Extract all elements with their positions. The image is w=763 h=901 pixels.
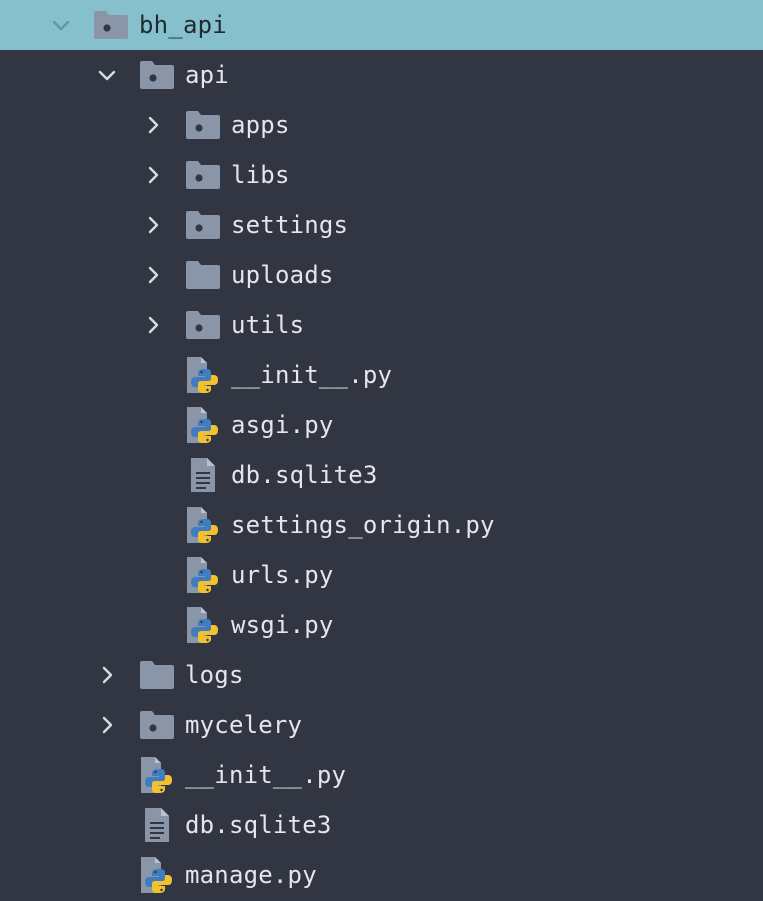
tree-folder-api[interactable]: api bbox=[0, 50, 763, 100]
folder-module-icon bbox=[93, 7, 129, 43]
folder-module-icon bbox=[139, 707, 175, 743]
tree-item-label: urls.py bbox=[231, 561, 334, 589]
tree-item-label: utils bbox=[231, 311, 305, 339]
folder-module-icon bbox=[185, 207, 221, 243]
tree-folder-libs[interactable]: libs bbox=[0, 150, 763, 200]
tree-item-label: libs bbox=[231, 161, 290, 189]
tree-folder-utils[interactable]: utils bbox=[0, 300, 763, 350]
tree-file-manage-py[interactable]: manage.py bbox=[0, 850, 763, 900]
chevron-right-icon[interactable] bbox=[94, 712, 120, 738]
chevron-right-icon[interactable] bbox=[140, 212, 166, 238]
tree-item-label: __init__.py bbox=[231, 361, 393, 389]
python-file-icon bbox=[139, 757, 175, 793]
tree-file-init-py[interactable]: __init__.py bbox=[0, 750, 763, 800]
python-file-icon bbox=[185, 507, 221, 543]
tree-file-urls-py[interactable]: urls.py bbox=[0, 550, 763, 600]
tree-folder-mycelery[interactable]: mycelery bbox=[0, 700, 763, 750]
tree-item-label: manage.py bbox=[185, 861, 317, 889]
folder-icon bbox=[139, 657, 175, 693]
python-file-icon bbox=[185, 407, 221, 443]
folder-module-icon bbox=[185, 157, 221, 193]
tree-file-wsgi-py[interactable]: wsgi.py bbox=[0, 600, 763, 650]
text-file-icon bbox=[139, 807, 175, 843]
tree-folder-uploads[interactable]: uploads bbox=[0, 250, 763, 300]
python-file-icon bbox=[185, 607, 221, 643]
tree-file-init-py[interactable]: __init__.py bbox=[0, 350, 763, 400]
tree-item-label: asgi.py bbox=[231, 411, 334, 439]
chevron-down-icon[interactable] bbox=[94, 62, 120, 88]
tree-item-label: db.sqlite3 bbox=[231, 461, 378, 489]
text-file-icon bbox=[185, 457, 221, 493]
chevron-down-icon[interactable] bbox=[48, 12, 74, 38]
tree-item-label: settings_origin.py bbox=[231, 511, 495, 539]
tree-item-label: settings bbox=[231, 211, 349, 239]
folder-icon bbox=[185, 257, 221, 293]
folder-module-icon bbox=[185, 107, 221, 143]
tree-item-label: bh_api bbox=[139, 11, 227, 39]
tree-item-label: uploads bbox=[231, 261, 334, 289]
chevron-right-icon[interactable] bbox=[140, 262, 166, 288]
folder-module-icon bbox=[139, 57, 175, 93]
tree-item-label: db.sqlite3 bbox=[185, 811, 332, 839]
tree-file-db-sqlite3[interactable]: db.sqlite3 bbox=[0, 800, 763, 850]
chevron-right-icon[interactable] bbox=[140, 162, 166, 188]
tree-folder-logs[interactable]: logs bbox=[0, 650, 763, 700]
tree-file-settings-origin-py[interactable]: settings_origin.py bbox=[0, 500, 763, 550]
tree-folder-bh-api[interactable]: bh_api bbox=[0, 0, 763, 50]
python-file-icon bbox=[185, 357, 221, 393]
chevron-right-icon[interactable] bbox=[140, 112, 166, 138]
tree-item-label: mycelery bbox=[185, 711, 303, 739]
tree-item-label: wsgi.py bbox=[231, 611, 334, 639]
python-file-icon bbox=[185, 557, 221, 593]
python-file-icon bbox=[139, 857, 175, 893]
folder-module-icon bbox=[185, 307, 221, 343]
chevron-right-icon[interactable] bbox=[94, 662, 120, 688]
tree-file-db-sqlite3[interactable]: db.sqlite3 bbox=[0, 450, 763, 500]
tree-folder-apps[interactable]: apps bbox=[0, 100, 763, 150]
tree-item-label: api bbox=[185, 61, 229, 89]
tree-folder-settings[interactable]: settings bbox=[0, 200, 763, 250]
tree-item-label: logs bbox=[185, 661, 244, 689]
tree-item-label: __init__.py bbox=[185, 761, 347, 789]
chevron-right-icon[interactable] bbox=[140, 312, 166, 338]
project-tree: bh_api api apps libs settings uploads ut… bbox=[0, 0, 763, 901]
tree-item-label: apps bbox=[231, 111, 290, 139]
tree-file-asgi-py[interactable]: asgi.py bbox=[0, 400, 763, 450]
